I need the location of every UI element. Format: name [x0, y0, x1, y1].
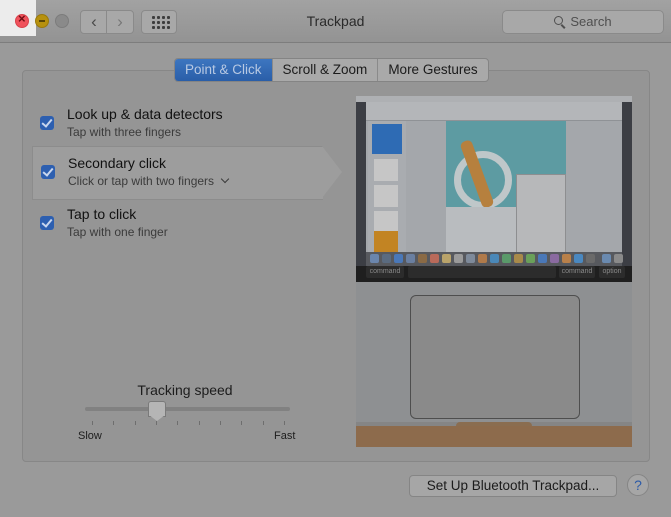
preview-toolbar: [366, 102, 622, 121]
slider-tick: [220, 421, 221, 425]
option-title: Secondary click: [68, 155, 167, 171]
option-tap-to-click[interactable]: Tap to click Tap with one finger: [32, 203, 322, 251]
preview-thumbnail: [374, 185, 398, 207]
tap-to-click-checkbox[interactable]: [40, 216, 54, 230]
slider-tick: [198, 421, 200, 425]
gesture-preview-image: command command option: [356, 96, 632, 447]
preview-keyboard: command command option: [356, 266, 632, 282]
secondary-click-checkbox[interactable]: [41, 165, 55, 179]
preview-screen: [356, 96, 632, 266]
tracking-speed-slider[interactable]: [85, 407, 290, 411]
trackpad-preferences-window: ‹ › Trackpad Search Point & Click Scroll…: [0, 0, 671, 517]
tracking-speed-thumb[interactable]: [147, 401, 166, 421]
set-up-bluetooth-trackpad-button[interactable]: Set Up Bluetooth Trackpad...: [409, 475, 617, 497]
slider-tick: [177, 421, 179, 425]
slider-tick: [134, 421, 136, 425]
option-subtitle: Tap with one finger: [67, 225, 168, 239]
preview-table: [356, 426, 632, 447]
selection-pointer-arrow: [322, 146, 342, 198]
preview-thumbnail: [374, 231, 398, 253]
tab-scroll-and-zoom[interactable]: Scroll & Zoom: [273, 59, 379, 81]
preview-key: command: [559, 266, 595, 278]
preview-context-menu: [516, 174, 566, 254]
slider-tick: [113, 421, 115, 425]
slow-label: Slow: [78, 430, 102, 442]
help-icon: ?: [634, 477, 642, 493]
option-look-up[interactable]: Look up & data detectors Tap with three …: [32, 103, 322, 151]
option-title: Tap to click: [67, 206, 137, 222]
slider-tick: [92, 421, 93, 425]
preview-thumbnail-selected: [372, 124, 402, 154]
preview-key: option: [599, 266, 625, 278]
help-button[interactable]: ?: [627, 474, 649, 496]
fast-label: Fast: [274, 430, 296, 442]
preview-spacebar: [408, 266, 556, 278]
chevron-down-icon: [220, 174, 230, 184]
slider-tick: [262, 421, 264, 425]
tab-point-and-click[interactable]: Point & Click: [175, 59, 273, 81]
slider-tick: [284, 421, 285, 425]
slider-tick: [156, 421, 157, 425]
option-subtitle: Click or tap with two fingers: [68, 174, 215, 188]
look-up-checkbox[interactable]: [40, 116, 54, 130]
preview-dock: [366, 252, 623, 266]
tab-more-gestures[interactable]: More Gestures: [378, 59, 487, 81]
option-secondary-click[interactable]: Secondary click Click or tap with two fi…: [32, 146, 323, 200]
slider-tick: [241, 421, 243, 425]
preview-thumbnail: [374, 211, 398, 233]
title-bar: ‹ › Trackpad Search: [0, 0, 671, 43]
search-placeholder: Search: [570, 14, 612, 29]
secondary-click-dropdown[interactable]: Click or tap with two fingers: [68, 174, 230, 188]
preview-app-window: [366, 102, 622, 254]
preview-thumbnail: [374, 159, 398, 181]
tracking-speed-label: Tracking speed: [137, 382, 233, 398]
option-title: Look up & data detectors: [67, 106, 223, 122]
search-field[interactable]: Search: [502, 10, 664, 34]
option-subtitle: Tap with three fingers: [67, 125, 182, 139]
preview-trackpad: [410, 295, 580, 419]
preview-sidebar: [368, 121, 406, 253]
preview-key: command: [366, 266, 404, 278]
tab-bar: Point & Click Scroll & Zoom More Gesture…: [174, 58, 489, 82]
search-icon: [554, 16, 565, 27]
